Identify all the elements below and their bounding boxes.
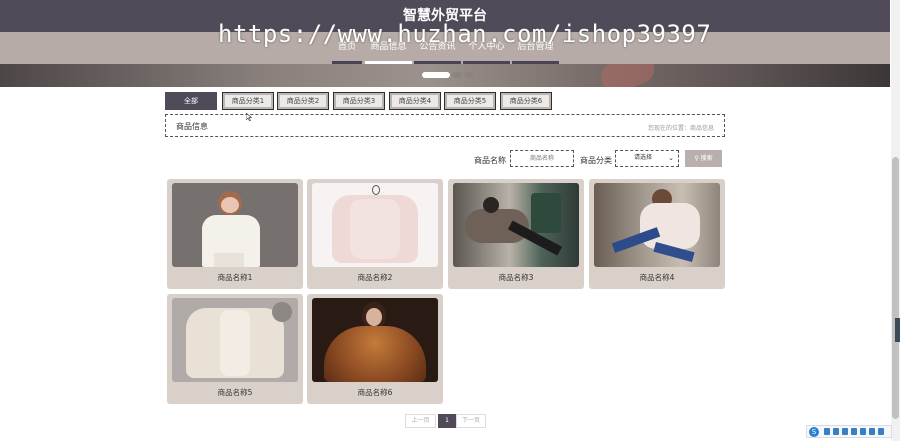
side-float-tab[interactable] xyxy=(895,318,900,342)
pagination-page-1[interactable]: 1 xyxy=(438,414,456,428)
skin-icon[interactable] xyxy=(869,428,875,435)
language-icon[interactable] xyxy=(824,428,830,435)
pagination-prev-button[interactable]: 上一页 xyxy=(405,414,436,428)
keyboard-icon[interactable] xyxy=(860,428,866,435)
banner-decoration xyxy=(596,64,659,87)
category-tab-all[interactable]: 全部 xyxy=(165,92,217,110)
search-button-label: 搜索 xyxy=(700,155,713,162)
product-image-1[interactable] xyxy=(172,183,298,267)
search-button[interactable]: ⚲ 搜索 xyxy=(685,150,722,167)
emoji-icon[interactable] xyxy=(842,428,848,435)
carousel-dot-3[interactable] xyxy=(464,72,474,78)
product-card-3[interactable]: 商品名称3 xyxy=(448,179,584,289)
product-card-6[interactable]: 商品名称6 xyxy=(307,294,443,404)
product-name-3: 商品名称3 xyxy=(498,273,534,282)
category-tab-5[interactable]: 商品分类5 xyxy=(444,92,496,110)
product-card-4[interactable]: 商品名称4 xyxy=(589,179,725,289)
breadcrumb-path: 您现在的位置：商品信息 xyxy=(647,125,714,132)
watermark-text: https://www.huzhan.com/ishop39397 xyxy=(218,20,712,48)
category-tab-1[interactable]: 商品分类1 xyxy=(222,92,274,110)
product-card-5[interactable]: 商品名称5 xyxy=(167,294,303,404)
toolbox-icon[interactable] xyxy=(878,428,884,435)
scrollbar-thumb[interactable] xyxy=(892,157,899,419)
pagination-next-button[interactable]: 下一页 xyxy=(456,414,486,428)
ime-logo-icon[interactable]: S xyxy=(809,427,819,437)
product-image-6[interactable] xyxy=(312,298,438,382)
product-image-3[interactable] xyxy=(453,183,579,267)
category-tab-2[interactable]: 商品分类2 xyxy=(277,92,329,110)
input-method-toolbar[interactable]: S xyxy=(806,425,892,438)
category-select-value: 请选择 xyxy=(634,154,653,161)
pen-icon[interactable] xyxy=(851,428,857,435)
chevron-down-icon: ⌄ xyxy=(668,154,674,162)
carousel-dot-1[interactable] xyxy=(422,72,450,78)
product-name-1: 商品名称1 xyxy=(217,273,253,282)
breadcrumb: 商品信息 您现在的位置：商品信息 xyxy=(165,114,725,137)
product-name-label: 商品名称 xyxy=(474,156,506,165)
product-name-6: 商品名称6 xyxy=(357,388,393,397)
product-name-2: 商品名称2 xyxy=(357,273,393,282)
page-title: 商品信息 xyxy=(176,122,208,131)
product-image-2[interactable] xyxy=(312,183,438,267)
product-image-4[interactable] xyxy=(594,183,720,267)
product-name-4: 商品名称4 xyxy=(639,273,675,282)
site-header: 智慧外贸平台 首页 商品信息 公告资讯 个人中心 后台管理 https://ww… xyxy=(0,0,900,87)
category-tab-3[interactable]: 商品分类3 xyxy=(333,92,385,110)
category-tab-4[interactable]: 商品分类4 xyxy=(389,92,441,110)
category-tab-6[interactable]: 商品分类6 xyxy=(500,92,552,110)
punctuation-icon[interactable] xyxy=(833,428,839,435)
carousel-indicator xyxy=(422,72,474,78)
carousel-dot-2[interactable] xyxy=(452,72,462,78)
category-select[interactable]: 请选择 ⌄ xyxy=(615,150,679,167)
product-card-2[interactable]: 商品名称2 xyxy=(307,179,443,289)
product-name-input[interactable] xyxy=(510,150,574,167)
product-name-5: 商品名称5 xyxy=(217,388,253,397)
product-category-label: 商品分类 xyxy=(580,156,612,165)
product-image-5[interactable] xyxy=(172,298,298,382)
product-card-1[interactable]: 商品名称1 xyxy=(167,179,303,289)
search-icon: ⚲ xyxy=(694,155,699,162)
